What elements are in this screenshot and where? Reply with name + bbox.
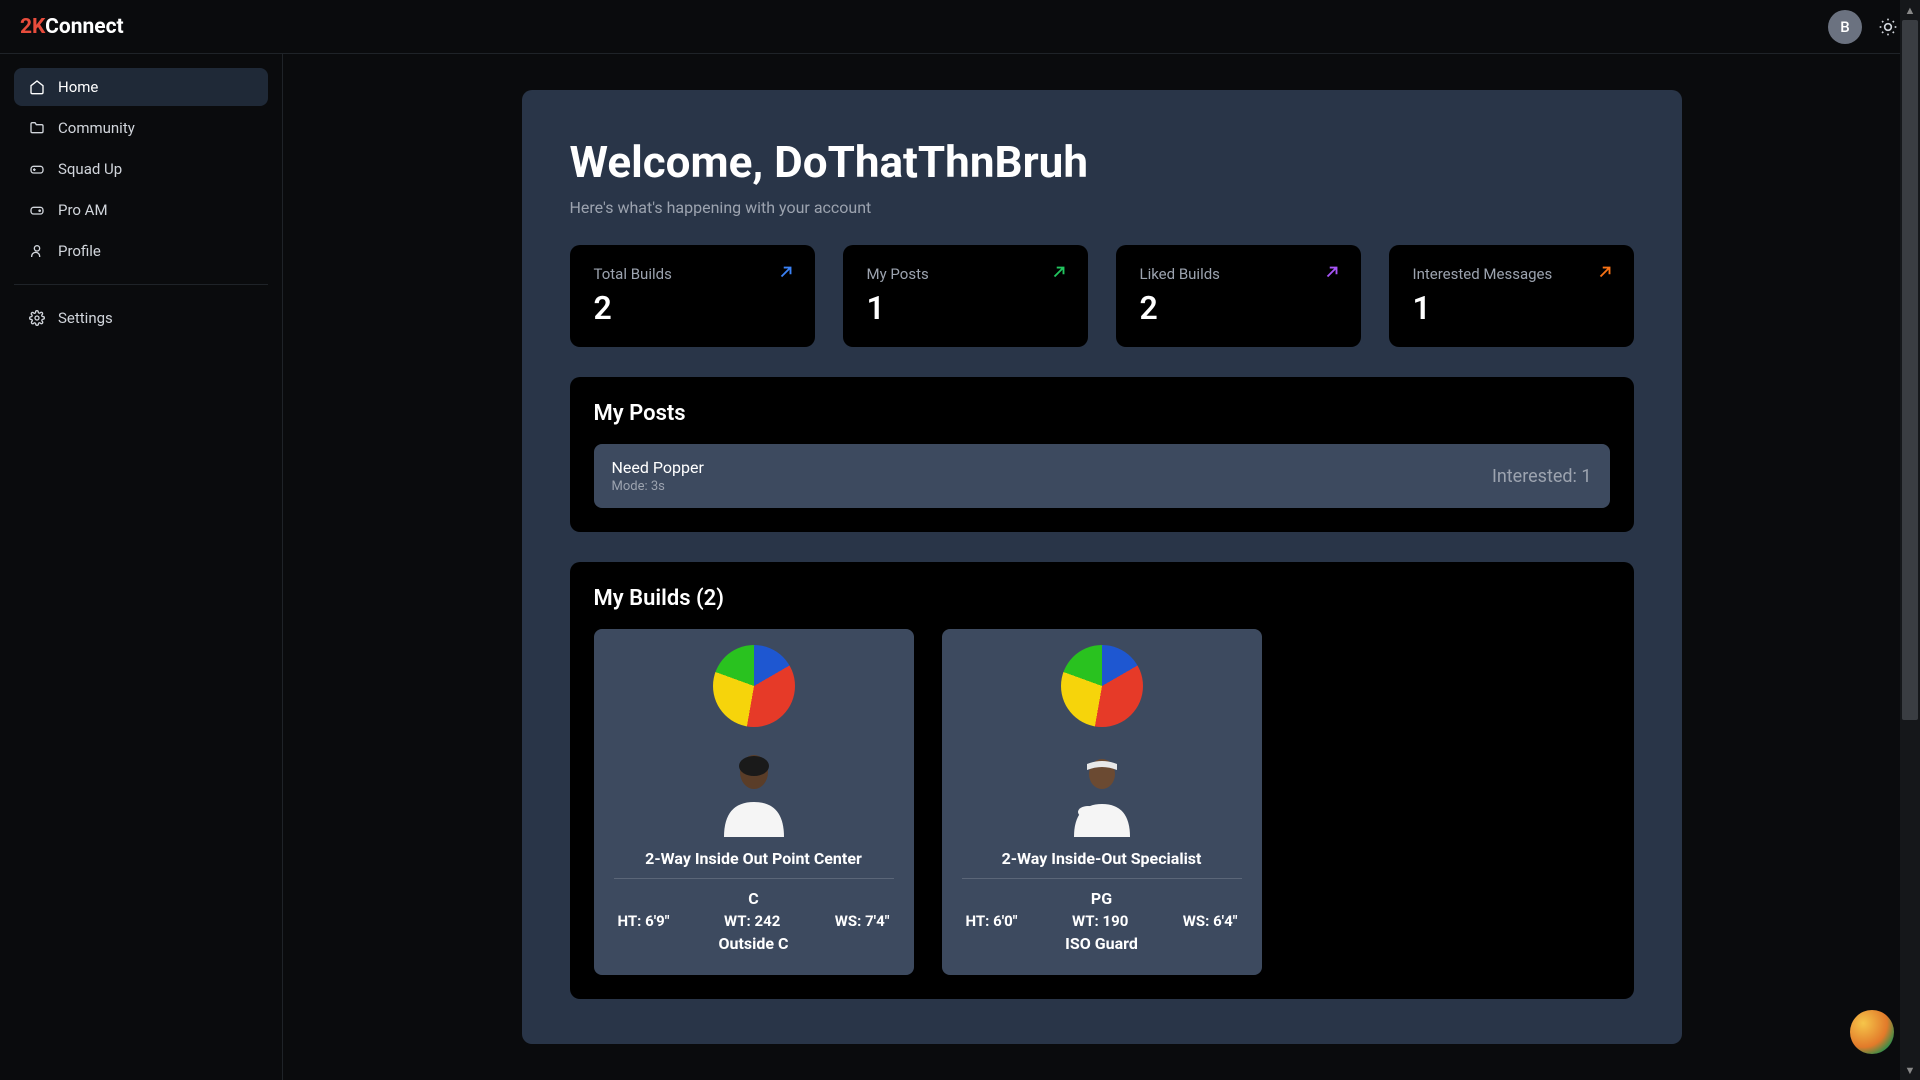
sidebar-item-label: Home — [58, 78, 98, 96]
build-role: ISO Guard — [962, 934, 1242, 953]
controller-icon — [28, 160, 46, 178]
divider — [614, 878, 894, 879]
sidebar-item-label: Community — [58, 119, 135, 137]
arrow-up-right-icon — [777, 263, 795, 281]
floating-badge-icon[interactable] — [1850, 1010, 1894, 1054]
build-name: 2-Way Inside-Out Specialist — [962, 849, 1242, 868]
sidebar-item-squad-up[interactable]: Squad Up — [14, 150, 268, 188]
theme-toggle-button[interactable] — [1876, 15, 1900, 39]
stat-card-total-builds[interactable]: Total Builds 2 — [570, 245, 815, 347]
stat-value: 1 — [867, 289, 1064, 327]
scrollbar-thumb[interactable] — [1902, 20, 1918, 720]
scroll-down-icon[interactable]: ▼ — [1900, 1060, 1920, 1080]
dashboard-panel: Welcome, DoThatThnBruh Here's what's hap… — [522, 90, 1682, 1044]
arrow-up-right-icon — [1596, 263, 1614, 281]
my-builds-section: My Builds (2) 2-Way Inside Out Point Cen… — [570, 562, 1634, 999]
build-position: C — [614, 889, 894, 908]
topbar-right: B — [1828, 10, 1900, 44]
main-scroll-area[interactable]: Welcome, DoThatThnBruh Here's what's hap… — [283, 54, 1920, 1080]
build-pie-chart-icon — [1061, 645, 1143, 727]
sidebar-item-label: Profile — [58, 242, 101, 260]
sidebar-item-pro-am[interactable]: Pro AM — [14, 191, 268, 229]
folder-icon — [28, 119, 46, 137]
gear-icon — [28, 309, 46, 327]
page-title: Welcome, DoThatThnBruh — [570, 136, 1634, 188]
stat-label: Interested Messages — [1413, 265, 1610, 283]
sidebar-item-label: Settings — [58, 309, 113, 327]
post-row[interactable]: Need Popper Mode: 3s Interested: 1 — [594, 444, 1610, 508]
section-title: My Posts — [594, 401, 1610, 426]
build-weight: WT: 190 — [1072, 912, 1128, 930]
home-icon — [28, 78, 46, 96]
stat-value: 1 — [1413, 289, 1610, 327]
stat-card-my-posts[interactable]: My Posts 1 — [843, 245, 1088, 347]
user-icon — [28, 242, 46, 260]
sidebar-item-settings[interactable]: Settings — [14, 299, 268, 337]
stat-label: Liked Builds — [1140, 265, 1337, 283]
player-image — [1057, 737, 1147, 837]
stat-card-interested-messages[interactable]: Interested Messages 1 — [1389, 245, 1634, 347]
sun-icon — [1878, 17, 1898, 37]
build-wingspan: WS: 6'4" — [1183, 912, 1238, 930]
scroll-up-icon[interactable]: ▲ — [1900, 0, 1920, 20]
stat-value: 2 — [594, 289, 791, 327]
builds-grid: 2-Way Inside Out Point Center C HT: 6'9"… — [594, 629, 1610, 975]
my-posts-section: My Posts Need Popper Mode: 3s Interested… — [570, 377, 1634, 532]
avatar[interactable]: B — [1828, 10, 1862, 44]
arrow-up-right-icon — [1050, 263, 1068, 281]
sidebar-item-label: Squad Up — [58, 160, 122, 178]
player-image — [709, 737, 799, 837]
avatar-initial: B — [1840, 18, 1849, 36]
section-title: My Builds (2) — [594, 586, 1610, 611]
build-role: Outside C — [614, 934, 894, 953]
post-title: Need Popper — [612, 458, 704, 477]
build-height: HT: 6'0" — [966, 912, 1018, 930]
build-card[interactable]: 2-Way Inside Out Point Center C HT: 6'9"… — [594, 629, 914, 975]
app-logo[interactable]: 2KConnect — [20, 15, 124, 39]
build-height: HT: 6'9" — [618, 912, 670, 930]
stat-card-liked-builds[interactable]: Liked Builds 2 — [1116, 245, 1361, 347]
stat-label: Total Builds — [594, 265, 791, 283]
sidebar-item-home[interactable]: Home — [14, 68, 268, 106]
build-weight: WT: 242 — [724, 912, 780, 930]
build-card[interactable]: 2-Way Inside-Out Specialist PG HT: 6'0" … — [942, 629, 1262, 975]
post-interested-count: Interested: 1 — [1492, 466, 1592, 487]
build-position: PG — [962, 889, 1242, 908]
sidebar-item-profile[interactable]: Profile — [14, 232, 268, 270]
build-pie-chart-icon — [713, 645, 795, 727]
stat-value: 2 — [1140, 289, 1337, 327]
sidebar-item-label: Pro AM — [58, 201, 108, 219]
build-wingspan: WS: 7'4" — [835, 912, 890, 930]
build-name: 2-Way Inside Out Point Center — [614, 849, 894, 868]
topbar: 2KConnect B — [0, 0, 1920, 54]
sidebar-item-community[interactable]: Community — [14, 109, 268, 147]
post-mode: Mode: 3s — [612, 479, 704, 494]
logo-suffix: Connect — [45, 15, 124, 39]
sidebar: Home Community Squad Up Pro AM Profile S… — [0, 54, 283, 1080]
divider — [962, 878, 1242, 879]
controller-icon — [28, 201, 46, 219]
stat-label: My Posts — [867, 265, 1064, 283]
scrollbar-track[interactable]: ▲ ▼ — [1900, 0, 1920, 1080]
sidebar-divider — [14, 284, 268, 285]
stats-row: Total Builds 2 My Posts 1 Liked Builds 2… — [570, 245, 1634, 347]
logo-prefix: 2K — [20, 15, 45, 39]
arrow-up-right-icon — [1323, 263, 1341, 281]
page-subtitle: Here's what's happening with your accoun… — [570, 198, 1634, 217]
